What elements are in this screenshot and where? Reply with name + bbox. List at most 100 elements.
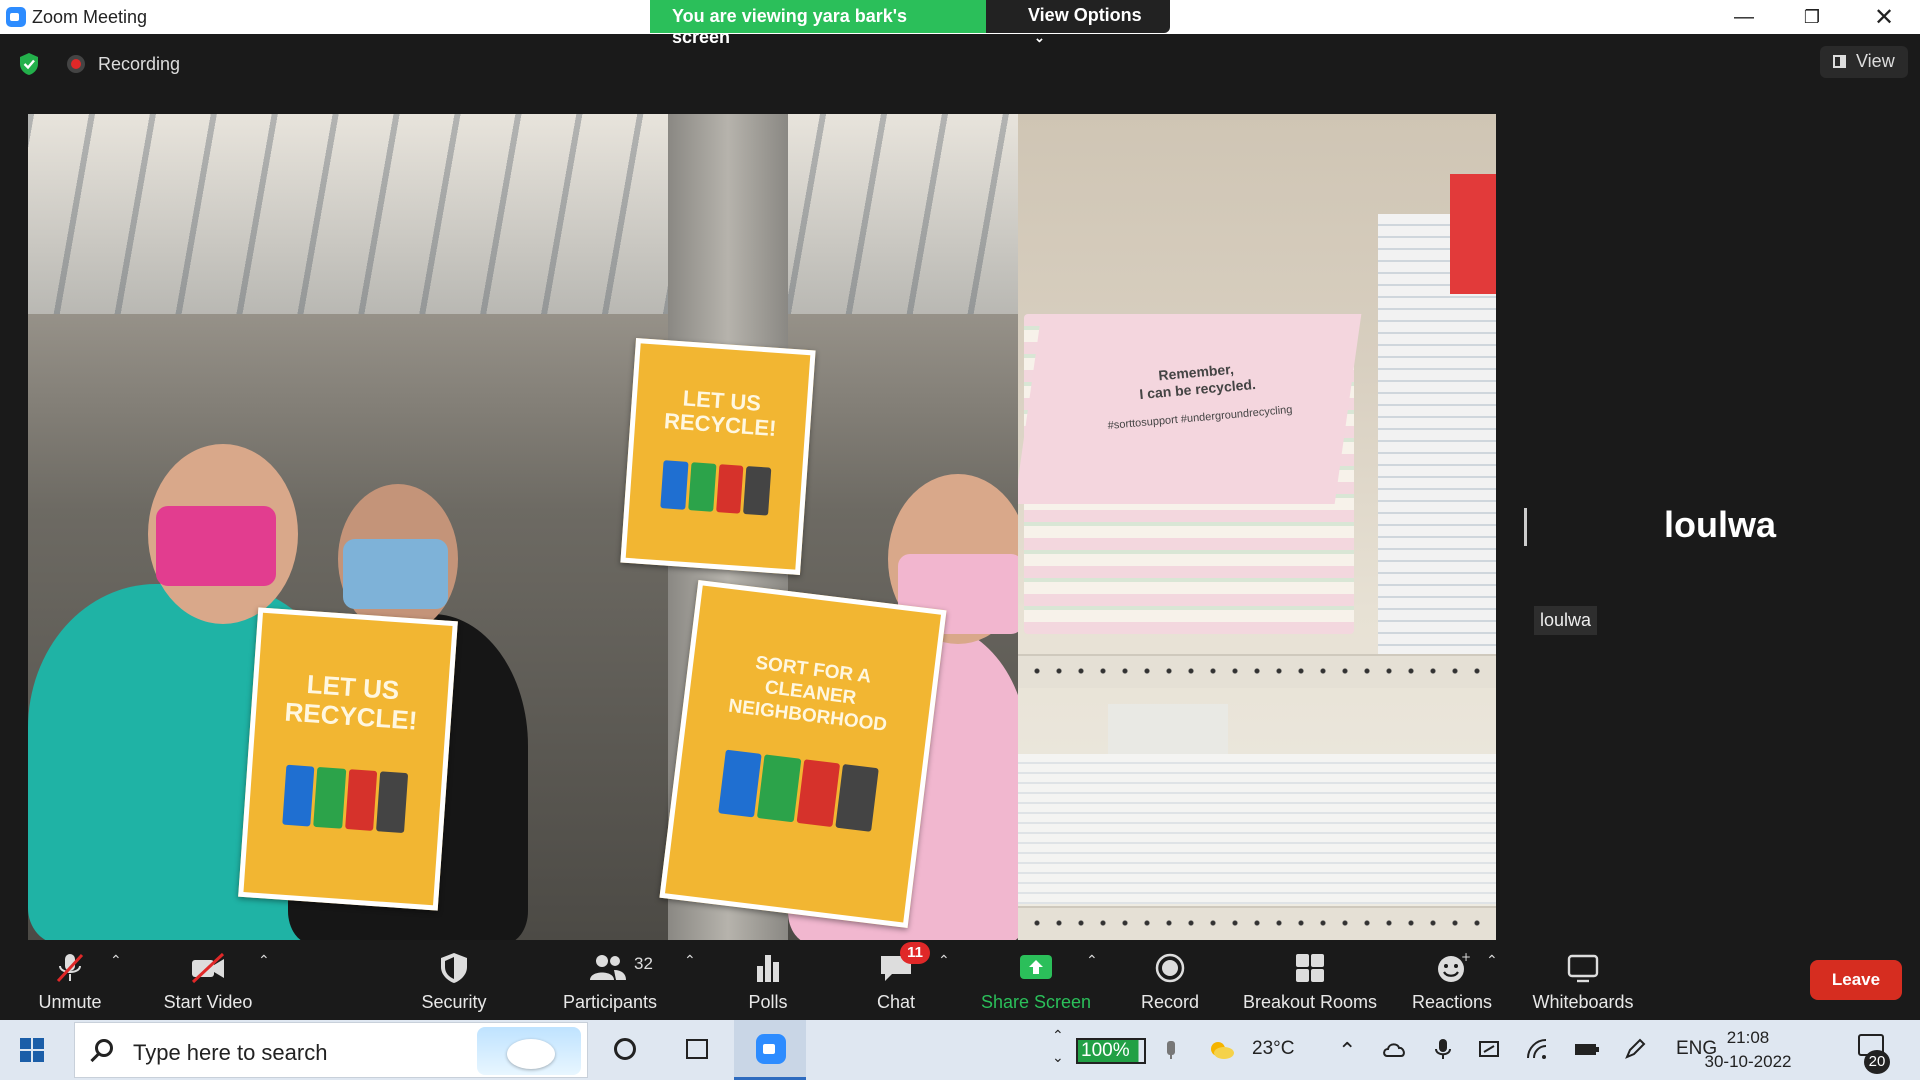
participants-button[interactable]: 32 Participants bbox=[552, 940, 668, 1020]
polls-label: Polls bbox=[748, 992, 788, 1012]
cortana-button[interactable] bbox=[588, 1020, 660, 1080]
show-hidden-icons-chevron-icon[interactable]: ⌃ bbox=[1338, 1038, 1356, 1064]
start-video-label: Start Video bbox=[163, 992, 253, 1012]
poster-left-text: LET US RECYCLE! bbox=[283, 668, 419, 736]
title-bar: Zoom Meeting You are viewing yara bark's… bbox=[0, 0, 1920, 47]
viewing-screen-label: You are viewing yara bark's screen bbox=[650, 0, 986, 47]
record-button[interactable]: Record bbox=[1130, 940, 1210, 1020]
polls-button[interactable]: Polls bbox=[728, 940, 808, 1020]
leave-button[interactable]: Leave bbox=[1810, 960, 1902, 1000]
security-label: Security bbox=[421, 992, 487, 1012]
canopy-roof bbox=[28, 114, 1018, 314]
share-banner: You are viewing yara bark's screen View … bbox=[650, 0, 1170, 47]
breakout-rooms-button[interactable]: Breakout Rooms bbox=[1236, 940, 1384, 1020]
poster-let-us-recycle-left: LET US RECYCLE! bbox=[238, 607, 458, 911]
onedrive-cloud-icon[interactable] bbox=[1382, 1038, 1408, 1060]
clock-date: 30-10-2022 bbox=[1704, 1052, 1792, 1071]
taskbar-search-box[interactable]: Type here to search bbox=[74, 1022, 588, 1078]
chat-options-chevron-icon[interactable]: ⌃ bbox=[938, 952, 950, 969]
notification-count-badge: 20 bbox=[1864, 1050, 1890, 1074]
record-label: Record bbox=[1140, 992, 1200, 1012]
share-screen-label: Share Screen bbox=[980, 992, 1092, 1012]
tray-scroll-arrows-icon[interactable]: ⌃ ⌄ bbox=[1052, 1024, 1064, 1068]
shield-icon bbox=[441, 953, 467, 983]
window-title: Zoom Meeting bbox=[32, 7, 148, 27]
security-button[interactable]: Security bbox=[410, 940, 498, 1020]
whiteboards-button[interactable]: Whiteboards bbox=[1526, 940, 1640, 1020]
shared-photo-left: LET US RECYCLE! LET US RECYCLE! SORT FOR… bbox=[28, 114, 1018, 940]
cortana-circle-icon bbox=[614, 1038, 636, 1060]
chat-button[interactable]: 11 Chat bbox=[856, 940, 936, 1020]
close-icon: ✕ bbox=[1873, 3, 1895, 31]
view-label: View bbox=[1856, 51, 1895, 71]
search-placeholder: Type here to search bbox=[133, 1040, 328, 1065]
video-off-icon bbox=[191, 952, 225, 984]
taskbar-clock[interactable]: 21:08 30-10-2022 bbox=[1700, 1026, 1796, 1074]
recording-label[interactable]: Recording bbox=[98, 54, 180, 75]
microphone-icon[interactable] bbox=[1432, 1038, 1454, 1060]
task-view-button[interactable] bbox=[660, 1020, 732, 1080]
reactions-options-chevron-icon[interactable]: ⌃ bbox=[1486, 952, 1498, 969]
network-status-icon[interactable] bbox=[1478, 1038, 1500, 1060]
whiteboards-label: Whiteboards bbox=[1532, 992, 1634, 1012]
video-options-chevron-icon[interactable]: ⌃ bbox=[258, 952, 270, 969]
reactions-button[interactable]: + Reactions bbox=[1408, 940, 1496, 1020]
close-button[interactable]: ✕ bbox=[1854, 2, 1914, 32]
meeting-toolbar: Unmute ⌃ Start Video ⌃ Security 32 Parti… bbox=[0, 940, 1920, 1020]
battery-icon[interactable] bbox=[1574, 1038, 1600, 1060]
audio-options-chevron-icon[interactable]: ⌃ bbox=[110, 952, 122, 969]
chevron-down-icon: ⌄ bbox=[1034, 30, 1045, 45]
search-icon bbox=[95, 1039, 113, 1057]
whiteboard-icon bbox=[1567, 954, 1599, 983]
zoom-taskbar-app[interactable] bbox=[734, 1020, 806, 1080]
poster-let-us-recycle-top: LET US RECYCLE! bbox=[620, 337, 816, 576]
reactions-label: Reactions bbox=[1411, 992, 1493, 1012]
search-highlight-illustration bbox=[477, 1027, 581, 1075]
temperature-label[interactable]: 23°C bbox=[1252, 1038, 1294, 1060]
view-layout-icon bbox=[1833, 55, 1846, 68]
reactions-smiley-icon: + bbox=[1438, 952, 1470, 982]
share-options-chevron-icon[interactable]: ⌃ bbox=[1086, 952, 1098, 969]
unmute-button[interactable]: Unmute bbox=[28, 940, 112, 1020]
touch-keyboard-icon[interactable] bbox=[1160, 1038, 1182, 1060]
start-video-button[interactable]: Start Video bbox=[156, 940, 260, 1020]
minimize-icon: — bbox=[1734, 5, 1754, 28]
recycle-bins-image bbox=[282, 764, 408, 834]
windows-taskbar: Type here to search ⌃ ⌄ 100% 23°C ⌃ ENG 2… bbox=[0, 1020, 1920, 1080]
clock-time: 21:08 bbox=[1726, 1028, 1770, 1047]
share-screen-icon bbox=[1020, 955, 1052, 979]
shelf-upper bbox=[1018, 654, 1496, 688]
zoom-app-icon bbox=[756, 1034, 786, 1064]
encryption-shield-icon[interactable] bbox=[18, 52, 40, 76]
panel-divider[interactable] bbox=[1524, 508, 1527, 546]
view-options-label: View Options bbox=[1028, 5, 1142, 25]
unmute-label: Unmute bbox=[38, 992, 102, 1012]
pen-menu-icon[interactable] bbox=[1624, 1038, 1646, 1060]
chat-badge: 11 bbox=[900, 942, 930, 964]
view-button[interactable]: View bbox=[1820, 46, 1908, 78]
restore-icon: ❐ bbox=[1803, 6, 1821, 27]
minimize-button[interactable]: — bbox=[1714, 2, 1774, 32]
battery-percent-indicator[interactable]: 100% bbox=[1076, 1038, 1146, 1064]
view-options-button[interactable]: View Options ⌄ bbox=[986, 0, 1170, 45]
participants-options-chevron-icon[interactable]: ⌃ bbox=[684, 952, 696, 969]
poster-cleaner-neighborhood: SORT FOR A CLEANER NEIGHBORHOOD bbox=[659, 579, 947, 929]
participant-name-large: loulwa bbox=[1663, 504, 1776, 545]
restore-button[interactable]: ❐ bbox=[1782, 2, 1842, 32]
chat-label: Chat bbox=[876, 992, 916, 1012]
share-screen-button[interactable]: Share Screen bbox=[976, 940, 1096, 1020]
participant-name-tag: loulwa bbox=[1534, 606, 1598, 635]
pink-mask bbox=[156, 506, 276, 586]
participants-count: 32 bbox=[634, 954, 653, 973]
windows-start-button[interactable] bbox=[20, 1038, 44, 1062]
participants-icon bbox=[590, 955, 626, 980]
recording-icon bbox=[67, 55, 85, 73]
wifi-icon[interactable] bbox=[1526, 1038, 1548, 1060]
weather-icon[interactable] bbox=[1206, 1038, 1236, 1060]
participants-label: Participants bbox=[562, 992, 658, 1012]
microphone-muted-icon bbox=[56, 953, 84, 983]
red-book bbox=[1450, 174, 1496, 294]
breakout-rooms-label: Breakout Rooms bbox=[1242, 992, 1378, 1012]
recycle-bins-image bbox=[659, 460, 772, 516]
breakout-rooms-icon bbox=[1296, 954, 1324, 982]
